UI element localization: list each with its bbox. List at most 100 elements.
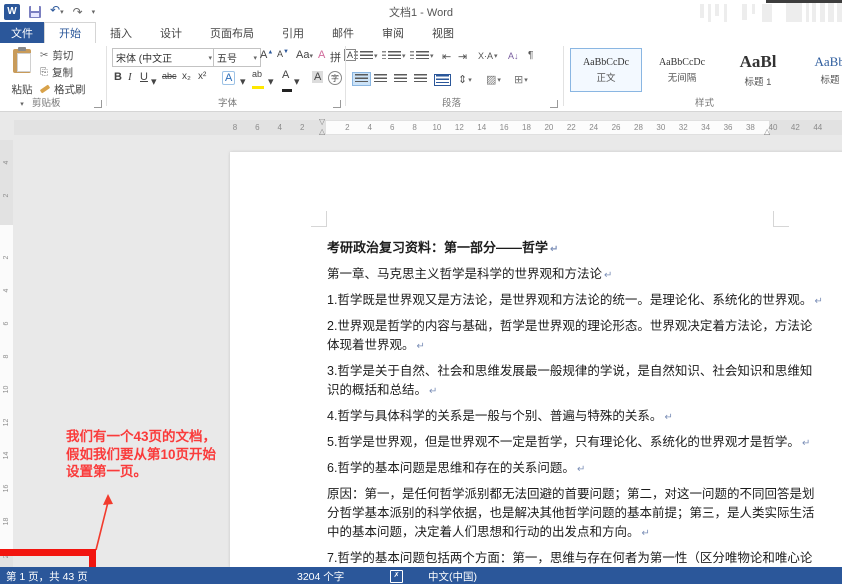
- annotation-arrow: [86, 490, 118, 554]
- annotation-line: 设置第一页。: [66, 463, 216, 481]
- document-text-line: 2.世界观是哲学的内容与基础，哲学是世界观的理论形态。世界观决定着方法论，方法论: [327, 317, 773, 336]
- align-center-button[interactable]: [374, 74, 387, 84]
- ruler-main-numbers: 2468101214161820222426283032343638: [336, 123, 761, 132]
- subscript-button[interactable]: x₂: [182, 71, 191, 82]
- page-indicator[interactable]: 第 1 页，共 43 页: [6, 569, 88, 584]
- align-left-button[interactable]: [352, 72, 371, 86]
- font-color-button[interactable]: A: [282, 69, 292, 93]
- font-group-label: 字体: [218, 95, 237, 109]
- style-chip[interactable]: AaBbCcDc 正文: [570, 48, 642, 92]
- style-chip[interactable]: AaBl 标题 1: [722, 48, 794, 92]
- text-effects-icon[interactable]: A: [222, 71, 235, 85]
- bullets-icon: [354, 51, 358, 61]
- format-painter-button[interactable]: 格式刷: [40, 82, 86, 96]
- ruler-after-numbers: 404244: [762, 123, 829, 132]
- paragraph-dialog-launcher[interactable]: [550, 100, 558, 108]
- ribbon-tab[interactable]: 插入: [96, 22, 146, 43]
- ruler-left-numbers: 8642: [224, 123, 314, 132]
- text-effects-caret-icon[interactable]: ▾: [240, 75, 246, 88]
- tab-file[interactable]: 文件: [0, 22, 44, 43]
- paste-button[interactable]: [10, 49, 34, 79]
- font-family-select[interactable]: 宋体 (中文正▾: [112, 48, 216, 67]
- phonetic-guide-icon[interactable]: 拼: [330, 49, 341, 65]
- language-indicator[interactable]: 中文(中国): [428, 569, 477, 584]
- document-text-line: 分哲学基本派别的科学依据，也是解决其他哲学问题的基本前提；第三，是人类实际生活: [327, 504, 773, 523]
- document-text-line: 识的概括和总结。↵: [327, 381, 773, 401]
- distribute-icon: [436, 75, 449, 85]
- tab-list: 开始插入设计页面布局引用邮件审阅视图: [44, 22, 468, 43]
- ribbon-tab[interactable]: 审阅: [368, 22, 418, 43]
- paragraph-mark-icon: ↵: [417, 341, 425, 352]
- copy-icon: ⎘: [40, 67, 48, 78]
- shrink-font-button[interactable]: A▼: [277, 49, 289, 59]
- line-spacing-button[interactable]: ⇕▾: [458, 73, 472, 86]
- enclose-characters-icon[interactable]: 字: [328, 71, 342, 85]
- style-chip[interactable]: AaBbC 标题 2: [798, 48, 842, 92]
- character-shading-icon[interactable]: A: [312, 71, 323, 83]
- document-text-line: 7.哲学的基本问题包括两个方面：第一，思维与存在何者为第一性（区分唯物论和唯心论: [327, 549, 773, 568]
- change-case-button[interactable]: Aa▾: [296, 49, 313, 61]
- format-painter-icon: [40, 84, 50, 93]
- document-text-line: 第一章、马克思主义哲学是科学的世界观和方法论↵: [327, 265, 773, 285]
- style-gallery: AaBbCcDc 正文 AaBbCcDc 无间隔 AaBl 标题 1 AaBbC…: [570, 48, 842, 92]
- decrease-indent-icon[interactable]: ⇤: [442, 50, 451, 63]
- document-text-line: 4.哲学与具体科学的关系是一般与个别、普遍与特殊的关系。↵: [327, 407, 773, 427]
- clear-formatting-icon[interactable]: A: [318, 49, 325, 61]
- ribbon-tab[interactable]: 邮件: [318, 22, 368, 43]
- status-bar: 第 1 页，共 43 页 3204 个字 ✗ 中文(中国): [0, 567, 842, 584]
- borders-icon: ⊞: [514, 73, 523, 86]
- superscript-button[interactable]: x²: [198, 71, 206, 82]
- distribute-button[interactable]: [434, 74, 451, 86]
- underline-caret-icon[interactable]: ▾: [151, 75, 157, 88]
- document-text-line: 6.哲学的基本问题是思维和存在的关系问题。↵: [327, 459, 773, 479]
- clipboard-dialog-launcher[interactable]: [94, 100, 102, 108]
- borders-button[interactable]: ⊞▾: [514, 73, 528, 86]
- increase-indent-icon[interactable]: ⇥: [458, 50, 467, 63]
- ribbon-tab[interactable]: 开始: [44, 22, 96, 43]
- align-right-button[interactable]: [394, 74, 407, 84]
- cut-icon: ✂: [40, 50, 48, 61]
- copy-button[interactable]: ⎘复制: [40, 65, 86, 79]
- font-color-icon: [282, 89, 292, 92]
- bullets-button[interactable]: ▾: [354, 51, 378, 61]
- shading-button[interactable]: ▨▾: [486, 73, 501, 86]
- ribbon-tab[interactable]: 视图: [418, 22, 468, 43]
- bold-button[interactable]: B: [114, 71, 122, 83]
- ribbon-tab[interactable]: 引用: [268, 22, 318, 43]
- ribbon-tab[interactable]: 设计: [146, 22, 196, 43]
- font-size-caret-icon: ▾: [253, 54, 257, 62]
- show-marks-icon[interactable]: ¶: [528, 50, 533, 61]
- sort-icon[interactable]: A↓: [508, 51, 519, 61]
- numbering-button[interactable]: ▾: [382, 51, 406, 61]
- paragraph-mark-icon: ↵: [429, 386, 437, 397]
- ribbon: 粘贴▾ ✂剪切 ⎘复制 格式刷 剪贴板 宋体 (中文正▾ 五号▾ A▲ A▼ A…: [0, 43, 842, 112]
- font-color-caret-icon[interactable]: ▾: [294, 75, 300, 88]
- style-chip[interactable]: AaBbCcDc 无间隔: [646, 48, 718, 92]
- word-count[interactable]: 3204 个字: [297, 569, 344, 584]
- ribbon-tab[interactable]: 页面布局: [196, 22, 268, 43]
- styles-group-label: 样式: [695, 95, 714, 109]
- right-indent-marker[interactable]: △: [764, 128, 770, 136]
- asian-layout-button[interactable]: X·A▾: [478, 51, 498, 61]
- proofing-status-icon[interactable]: ✗: [390, 570, 403, 583]
- hanging-indent-marker[interactable]: △: [319, 128, 325, 136]
- italic-button[interactable]: I: [128, 71, 132, 83]
- document-content[interactable]: 考研政治复习资料：第一部分——哲学↵ 第一章、马克思主义哲学是科学的世界观和方法…: [327, 238, 773, 584]
- justify-button[interactable]: [414, 74, 427, 84]
- underline-button[interactable]: U: [140, 71, 148, 83]
- highlight-caret-icon[interactable]: ▾: [268, 75, 274, 88]
- numbering-icon: [382, 51, 386, 61]
- strikethrough-button[interactable]: abc: [162, 71, 177, 81]
- paste-caret-icon[interactable]: ▾: [20, 101, 24, 108]
- paragraph-mark-icon: ↵: [550, 244, 558, 255]
- vertical-ruler-margin-numbers: 42: [0, 146, 13, 212]
- font-size-select[interactable]: 五号▾: [213, 48, 261, 67]
- cut-button[interactable]: ✂剪切: [40, 48, 86, 62]
- highlight-color-button[interactable]: ab: [252, 69, 264, 89]
- first-line-indent-marker[interactable]: ▽: [319, 118, 325, 126]
- shading-icon: ▨: [486, 73, 496, 86]
- multilevel-list-button[interactable]: ▾: [410, 51, 434, 61]
- paragraph-mark-icon: ↵: [664, 412, 672, 423]
- font-dialog-launcher[interactable]: [333, 100, 341, 108]
- grow-font-button[interactable]: A▲: [260, 49, 273, 61]
